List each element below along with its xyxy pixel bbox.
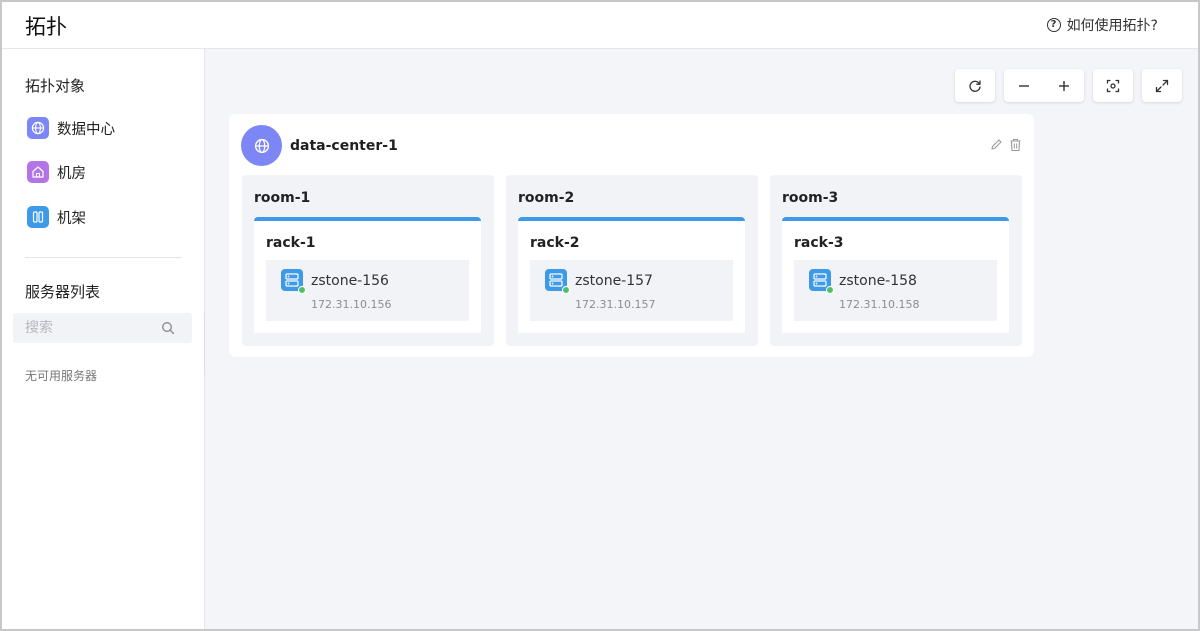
server-item[interactable]: zstone-157 172.31.10.157 (530, 260, 733, 321)
room-card[interactable]: room-1 rack-1 zstone-156 172.31.10.156 (242, 175, 494, 346)
object-item-room[interactable]: 机房 (27, 161, 86, 183)
globe-icon (254, 138, 269, 153)
room-card[interactable]: room-3 rack-3 zstone-158 172.31.10.158 (770, 175, 1022, 346)
help-label: 如何使用拓扑? (1066, 18, 1158, 34)
rack-card[interactable]: rack-1 zstone-156 172.31.10.156 (254, 217, 481, 333)
zoom-out-button[interactable] (1004, 80, 1044, 92)
minus-icon (1019, 84, 1029, 87)
server-name: zstone-156 (311, 273, 389, 289)
topology-canvas[interactable]: data-center-1 room-1 rack-1 zstone-156 1… (205, 49, 1198, 629)
edit-button[interactable] (990, 138, 1003, 152)
rack-name: rack-2 (530, 235, 580, 251)
pencil-icon (991, 139, 1002, 150)
room-name: room-3 (782, 190, 839, 206)
server-name: zstone-157 (575, 273, 653, 289)
rack-name: rack-1 (266, 235, 316, 251)
object-label: 机房 (57, 165, 86, 182)
question-circle-icon: ? (1046, 18, 1061, 32)
server-ip: 172.31.10.158 (839, 298, 920, 311)
sidebar: 拓扑对象 数据中心 机房 机架 服务器列表 无可用服务器 (2, 49, 205, 629)
search-icon[interactable] (161, 321, 175, 335)
object-item-rack[interactable]: 机架 (27, 206, 86, 228)
globe-icon (27, 117, 49, 139)
room-name: room-1 (254, 190, 311, 206)
rack-name: rack-3 (794, 235, 844, 251)
search-input[interactable] (13, 320, 161, 336)
data-center-actions (990, 138, 1022, 152)
rack-card[interactable]: rack-3 zstone-158 172.31.10.158 (782, 217, 1009, 333)
trash-icon (1010, 138, 1021, 152)
refresh-icon (969, 79, 981, 92)
server-icon (281, 269, 306, 294)
expand-icon (1155, 79, 1169, 92)
server-ip: 172.31.10.157 (575, 298, 656, 311)
data-center-card[interactable]: data-center-1 room-1 rack-1 zstone-156 1… (229, 114, 1034, 357)
server-list-title: 服务器列表 (25, 283, 101, 301)
server-item[interactable]: zstone-158 172.31.10.158 (794, 260, 997, 321)
object-label: 机架 (57, 210, 86, 227)
focus-icon (1106, 79, 1120, 92)
delete-button[interactable] (1009, 138, 1022, 152)
object-label: 数据中心 (57, 121, 115, 138)
no-servers-text: 无可用服务器 (25, 369, 98, 383)
zoom-controls (1004, 69, 1084, 102)
server-icon (809, 269, 834, 294)
server-ip: 172.31.10.156 (311, 298, 392, 311)
fit-view-button[interactable] (1093, 69, 1133, 102)
room-name: room-2 (518, 190, 575, 206)
page-header: 拓扑 ? 如何使用拓扑? (2, 2, 1198, 49)
object-item-data-center[interactable]: 数据中心 (27, 117, 115, 139)
topology-objects-title: 拓扑对象 (25, 77, 86, 95)
help-link[interactable]: ? 如何使用拓扑? (1046, 15, 1158, 35)
search-box (13, 313, 192, 343)
sidebar-divider (25, 257, 182, 258)
server-icon (545, 269, 570, 294)
server-item[interactable]: zstone-156 172.31.10.156 (266, 260, 469, 321)
online-status-dot (826, 286, 834, 294)
house-icon (27, 161, 49, 183)
fullscreen-button[interactable] (1142, 69, 1182, 102)
data-center-avatar (241, 125, 282, 166)
rack-card[interactable]: rack-2 zstone-157 172.31.10.157 (518, 217, 745, 333)
rack-icon (27, 206, 49, 228)
refresh-button[interactable] (955, 69, 995, 102)
online-status-dot (298, 286, 306, 294)
page-title: 拓扑 (25, 15, 67, 39)
online-status-dot (562, 286, 570, 294)
server-name: zstone-158 (839, 273, 917, 289)
plus-icon (1059, 80, 1069, 91)
room-card[interactable]: room-2 rack-2 zstone-157 172.31.10.157 (506, 175, 758, 346)
data-center-name: data-center-1 (290, 138, 398, 154)
zoom-in-button[interactable] (1044, 80, 1084, 92)
